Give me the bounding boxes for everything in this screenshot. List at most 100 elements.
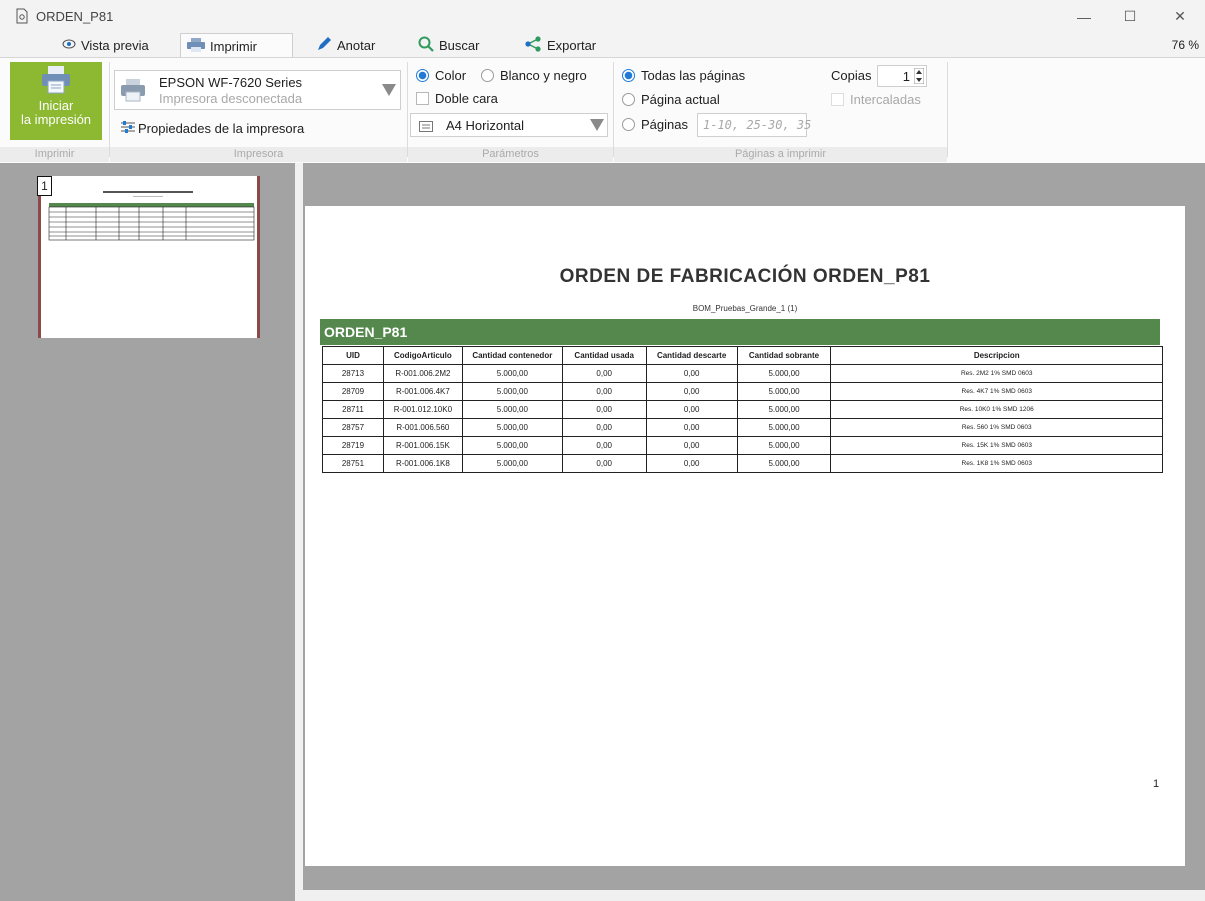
table-cell: 5.000,00 bbox=[461, 436, 563, 455]
checkbox-icon bbox=[831, 93, 844, 106]
blackwhite-label: Blanco y negro bbox=[500, 68, 587, 83]
tab-imprimir[interactable]: Imprimir bbox=[180, 33, 293, 58]
table-cell: R-001.012.10K0 bbox=[382, 400, 463, 419]
current-page-radio[interactable]: Página actual bbox=[622, 92, 720, 107]
column-header: Descripcion bbox=[830, 346, 1163, 365]
printer-properties-link[interactable]: Propiedades de la impresora bbox=[120, 120, 304, 137]
tab-anotar[interactable]: Anotar bbox=[310, 33, 381, 57]
printer-status: Impresora desconectada bbox=[159, 91, 303, 106]
duplex-checkbox[interactable]: Doble cara bbox=[416, 91, 498, 106]
table-header-row: UID CodigoArticulo Cantidad contenedor C… bbox=[322, 346, 1163, 365]
table-cell: 28713 bbox=[322, 364, 384, 383]
table-cell: 28709 bbox=[322, 382, 384, 401]
panel-splitter[interactable] bbox=[295, 163, 303, 901]
eye-icon bbox=[62, 38, 76, 53]
start-print-label-1: Iniciar bbox=[38, 98, 74, 113]
start-print-label-2: la impresión bbox=[20, 112, 92, 127]
column-header: CodigoArticulo bbox=[382, 346, 463, 365]
search-icon bbox=[418, 36, 434, 55]
radio-selected-icon bbox=[622, 69, 635, 82]
group-label-paginas: Páginas a imprimir bbox=[614, 147, 947, 162]
color-radio[interactable]: Color bbox=[416, 68, 466, 83]
table-cell: Res. 2M2 1% SMD 0603 bbox=[830, 364, 1163, 383]
radio-icon bbox=[622, 93, 635, 106]
tab-exportar[interactable]: Exportar bbox=[518, 33, 602, 57]
checkbox-icon bbox=[416, 92, 429, 105]
copies-value: 1 bbox=[902, 69, 910, 84]
page-range-input[interactable]: 1-10, 25-30, 35 bbox=[697, 113, 811, 137]
table-cell: R-001.006.2M2 bbox=[382, 364, 463, 383]
radio-selected-icon bbox=[416, 69, 429, 82]
start-print-button[interactable]: Iniciar la impresión bbox=[10, 62, 102, 140]
printer-name: EPSON WF-7620 Series bbox=[159, 75, 303, 90]
all-pages-label: Todas las páginas bbox=[641, 68, 746, 83]
radio-icon bbox=[481, 69, 494, 82]
group-separator bbox=[407, 62, 408, 157]
printer-icon bbox=[120, 77, 146, 106]
table-row: 28709 R-001.006.4K7 5.000,00 0,00 0,00 5.000,… bbox=[322, 382, 1163, 401]
table-cell: Res. 15K 1% SMD 0603 bbox=[830, 436, 1163, 455]
tab-bar: Vista previa Imprimir Anotar Buscar Expo… bbox=[0, 33, 1205, 58]
table-cell: 28711 bbox=[322, 400, 384, 419]
page-thumbnail[interactable] bbox=[38, 176, 260, 338]
page-range-radio[interactable]: Páginas bbox=[622, 117, 688, 132]
report-page: ORDEN DE FABRICACIÓN ORDEN_P81 BOM_Prueb… bbox=[305, 206, 1185, 866]
tab-vista-previa[interactable]: Vista previa bbox=[56, 33, 155, 57]
minimize-button[interactable]: — bbox=[1064, 0, 1104, 33]
table-cell: 28751 bbox=[322, 454, 384, 473]
tab-label: Anotar bbox=[337, 37, 376, 53]
paper-select[interactable]: A4 Horizontal bbox=[410, 113, 608, 137]
collate-checkbox[interactable]: Intercaladas bbox=[831, 92, 921, 107]
thumbnail-preview bbox=[48, 191, 255, 241]
table-row: 28751 R-001.006.1K8 5.000,00 0,00 0,00 5.000,… bbox=[322, 454, 1163, 473]
table-row: 28713 R-001.006.2M2 5.000,00 0,00 0,00 5.000,… bbox=[322, 364, 1163, 383]
copies-spinner[interactable]: 1 bbox=[877, 65, 927, 87]
column-header: Cantidad sobrante bbox=[736, 346, 832, 365]
table-cell: Res. 1K8 1% SMD 0603 bbox=[830, 454, 1163, 473]
table-cell: 0,00 bbox=[561, 436, 647, 455]
table-cell: 28719 bbox=[322, 436, 384, 455]
all-pages-radio[interactable]: Todas las páginas bbox=[622, 68, 745, 83]
zoom-level[interactable]: 76 % bbox=[1172, 38, 1199, 52]
group-separator bbox=[109, 62, 110, 157]
collate-label: Intercaladas bbox=[850, 92, 921, 107]
table-cell: 5.000,00 bbox=[736, 436, 832, 455]
maximize-button[interactable]: ☐ bbox=[1110, 0, 1150, 33]
report-title: ORDEN DE FABRICACIÓN ORDEN_P81 bbox=[559, 266, 931, 287]
tab-label: Imprimir bbox=[210, 38, 257, 54]
report-page-number: 1 bbox=[1153, 778, 1160, 790]
table-cell: 5.000,00 bbox=[736, 364, 832, 383]
tab-label: Vista previa bbox=[81, 37, 149, 53]
horizontal-scrollbar[interactable] bbox=[303, 890, 1205, 901]
table-cell: 0,00 bbox=[561, 400, 647, 419]
close-button[interactable]: ✕ bbox=[1160, 0, 1200, 33]
paper-value: A4 Horizontal bbox=[446, 118, 525, 133]
group-label-impresora: Impresora bbox=[110, 147, 407, 162]
printer-select[interactable]: EPSON WF-7620 Series Impresora desconect… bbox=[114, 70, 401, 110]
table-row: 28719 R-001.006.15K 5.000,00 0,00 0,00 5.000,… bbox=[322, 436, 1163, 455]
tab-buscar[interactable]: Buscar bbox=[412, 33, 485, 57]
table-cell: R-001.006.1K8 bbox=[382, 454, 463, 473]
printer-icon bbox=[187, 37, 205, 55]
document-icon bbox=[15, 8, 29, 27]
column-header: Cantidad descarte bbox=[645, 346, 738, 365]
tab-label: Exportar bbox=[547, 37, 597, 53]
table-cell: 5.000,00 bbox=[736, 454, 832, 473]
table-cell: R-001.006.560 bbox=[382, 418, 463, 437]
table-cell: 0,00 bbox=[645, 382, 738, 401]
window-title: ORDEN_P81 bbox=[36, 9, 114, 24]
spinner-arrows-icon[interactable] bbox=[913, 67, 925, 87]
table-cell: Res. 10K0 1% SMD 1206 bbox=[830, 400, 1163, 419]
sliders-icon bbox=[120, 120, 136, 137]
pen-icon bbox=[316, 36, 332, 55]
title-bar: ORDEN_P81 — ☐ ✕ bbox=[0, 0, 1205, 33]
table-row: 28757 R-001.006.560 5.000,00 0,00 0,00 5.000,… bbox=[322, 418, 1163, 437]
paper-icon bbox=[419, 120, 433, 135]
blackwhite-radio[interactable]: Blanco y negro bbox=[481, 68, 587, 83]
table-cell: 0,00 bbox=[561, 454, 647, 473]
table-cell: 0,00 bbox=[645, 436, 738, 455]
table-cell: 28757 bbox=[322, 418, 384, 437]
table-cell: 5.000,00 bbox=[736, 382, 832, 401]
table-cell: 5.000,00 bbox=[461, 364, 563, 383]
table-cell: 5.000,00 bbox=[461, 454, 563, 473]
